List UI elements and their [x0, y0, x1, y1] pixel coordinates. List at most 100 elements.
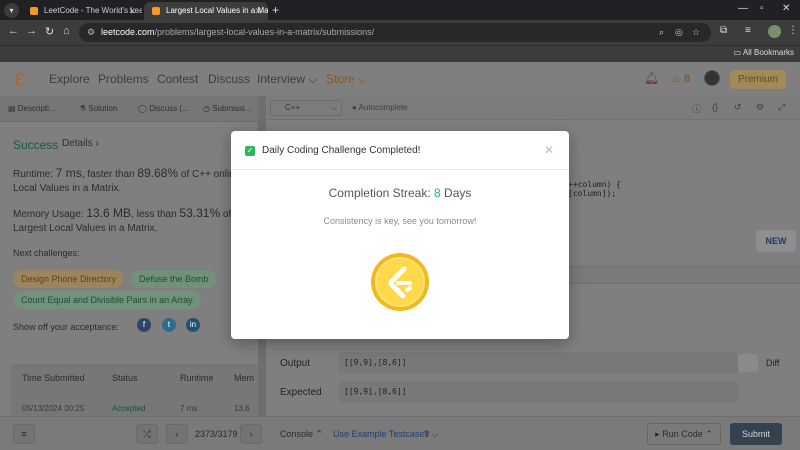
table-cell: 05/13/2024 00:25 [22, 404, 85, 413]
nav-contest[interactable]: Contest [157, 72, 198, 86]
bookmark-star-icon[interactable]: ☆ [692, 23, 700, 42]
table-header: Status [112, 373, 138, 383]
autocomplete-toggle[interactable]: ● Autocomplete [352, 103, 408, 112]
tab-discuss[interactable]: ◯ Discuss (... [138, 104, 189, 113]
back-icon[interactable]: ← [8, 25, 19, 37]
eye-off-icon[interactable]: ◎ [675, 23, 683, 42]
close-tab-icon[interactable]: ✕ [254, 2, 262, 20]
challenge-chip[interactable]: Count Equal and Divisible Pairs in an Ar… [13, 291, 201, 309]
browser-menu-icon[interactable]: ⋮ [788, 25, 798, 36]
details-link[interactable]: Details › [62, 138, 99, 149]
linkedin-icon[interactable]: in [186, 318, 200, 332]
coin-badge-icon [371, 253, 429, 311]
diff-toggle[interactable] [738, 354, 758, 372]
url-host: leetcode.com [101, 27, 155, 37]
url-field[interactable]: ⚙ leetcode.com/problems/largest-local-va… [79, 23, 711, 42]
run-code-button[interactable]: ▸ Run Code ⌃ [647, 423, 721, 445]
media-icon[interactable]: ≡ [745, 25, 751, 36]
editor-toolbar: C++ ⌵ ● Autocomplete ⓘ {} ↺ ⚙ ⤢ [266, 96, 800, 120]
chevron-right-icon: › [95, 138, 99, 149]
close-icon[interactable]: ✕ [544, 143, 554, 157]
new-feature-badge[interactable]: NEW [756, 230, 796, 252]
maximize-icon[interactable]: ▫ [760, 3, 764, 14]
browser-tab-bar: ▾ LeetCode - The World's Leading ✕ Large… [0, 0, 800, 20]
facebook-icon[interactable]: f [137, 318, 151, 332]
browser-tab-problem[interactable]: Largest Local Values in a Matrix ✕ [144, 2, 268, 20]
close-tab-icon[interactable]: ✕ [128, 2, 136, 20]
browser-tab-leetcode-home[interactable]: LeetCode - The World's Leading ✕ [22, 2, 142, 20]
table-header: Runtime [180, 373, 214, 383]
chevron-down-icon: ⌵ [308, 72, 318, 86]
leetcode-favicon-icon [30, 7, 38, 15]
submit-button[interactable]: Submit [730, 423, 782, 445]
terminal-icon: ▸ [655, 429, 660, 439]
code-line[interactable]: [column]); [568, 189, 616, 198]
tab-solution[interactable]: ⚗ Solution [79, 104, 117, 113]
leetcode-logo-icon[interactable]: ℰ [14, 70, 26, 90]
profile-avatar[interactable] [768, 25, 781, 38]
share-label: Show off your acceptance: [13, 322, 119, 332]
challenge-chip[interactable]: Design Phone Directory [13, 270, 125, 288]
table-header: Mem [234, 373, 254, 383]
reload-icon[interactable]: ↻ [45, 25, 54, 38]
console-toggle[interactable]: Console ⌃ [280, 429, 323, 440]
zoom-icon[interactable]: ⌕ [659, 23, 664, 42]
new-tab-icon[interactable]: + [272, 2, 279, 18]
all-bookmarks[interactable]: ▭ All Bookmarks [734, 48, 794, 57]
chevron-down-icon: ⌵ [358, 72, 368, 86]
site-info-icon[interactable]: ⚙ [87, 23, 95, 42]
prev-problem-icon[interactable]: ‹ [166, 424, 188, 444]
extensions-icon[interactable]: ⧉ [720, 25, 727, 36]
table-header: Time Submitted [22, 373, 85, 383]
diff-label: Diff [766, 358, 780, 368]
home-icon[interactable]: ⌂ [63, 25, 70, 37]
chevron-down-icon: ⌵ [330, 103, 337, 112]
submission-status: Success [13, 138, 59, 152]
problem-index: 2373/3179 [195, 429, 238, 439]
streak-counter[interactable]: ♨ 8 [671, 72, 690, 85]
table-cell: 13.6 [234, 404, 250, 413]
undo-icon[interactable]: ↺ [734, 102, 742, 113]
problem-list-icon[interactable]: ≡ [13, 424, 35, 444]
challenge-chip[interactable]: Defuse the Bomb [131, 270, 217, 288]
premium-button[interactable]: Premium [730, 70, 786, 89]
next-problem-icon[interactable]: › [240, 424, 262, 444]
runtime-stat: Runtime: 7 ms, faster than 89.68% of C++… [13, 166, 241, 194]
modal-title: Daily Coding Challenge Completed! [262, 145, 421, 156]
fullscreen-icon[interactable]: ⤢ [778, 102, 785, 113]
expected-label: Expected [280, 387, 322, 398]
close-window-icon[interactable]: ✕ [782, 3, 790, 14]
folder-icon: ▭ [733, 48, 743, 57]
nav-store[interactable]: Store ⌵ [326, 72, 367, 87]
tab-description[interactable]: ▤ Descripti... [8, 104, 56, 113]
nav-problems[interactable]: Problems [98, 72, 149, 86]
url-path: /problems/largest-local-values-in-a-matr… [154, 27, 375, 37]
use-example-link[interactable]: Use Example Testcases [333, 429, 429, 439]
chevron-up-icon: ⌃ [705, 429, 713, 439]
table-cell-status[interactable]: Accepted [112, 404, 145, 413]
notification-bell-icon[interactable]: 🔔︎ [644, 71, 659, 85]
nav-explore[interactable]: Explore [49, 72, 90, 86]
settings-icon[interactable]: ⚙ [756, 102, 764, 113]
tab-search-icon[interactable]: ▾ [4, 3, 19, 18]
minimize-icon[interactable]: — [738, 3, 748, 14]
bottom-bar: ≡ ⤮ ‹ 2373/3179 › Console ⌃ Use Example … [0, 416, 800, 450]
tab-submissions[interactable]: ◷ Submissi... [203, 104, 251, 113]
nav-discuss[interactable]: Discuss [208, 72, 250, 86]
chevron-up-icon: ⌃ [315, 429, 324, 439]
leetcode-favicon-icon [152, 7, 160, 15]
submission-panel: ▤ Descripti... ⚗ Solution ◯ Discuss (...… [0, 96, 258, 416]
twitter-icon[interactable]: t [162, 318, 176, 332]
nav-interview[interactable]: Interview ⌵ [257, 72, 317, 87]
help-icon[interactable]: ? ⌵ [424, 429, 438, 440]
problem-tabs: ▤ Descripti... ⚗ Solution ◯ Discuss (...… [0, 96, 258, 122]
user-avatar[interactable] [704, 70, 720, 86]
shuffle-icon[interactable]: ⤮ [136, 424, 158, 444]
code-line[interactable]: ++column) { [568, 180, 621, 189]
output-label: Output [280, 358, 311, 369]
language-select[interactable]: C++ ⌵ [270, 100, 342, 116]
braces-icon[interactable]: {} [712, 102, 718, 112]
forward-icon[interactable]: → [26, 25, 37, 37]
info-icon[interactable]: ⓘ [692, 102, 701, 115]
memory-stat: Memory Usage: 13.6 MB, less than 53.31% … [13, 206, 253, 234]
